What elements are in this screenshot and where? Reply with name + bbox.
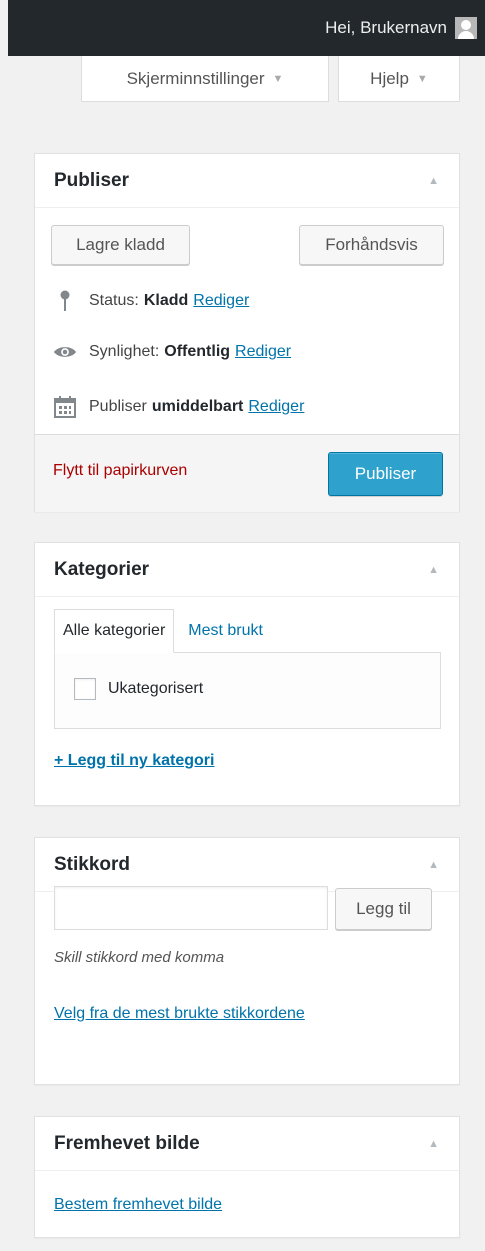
tags-box: Stikkord ▲ Legg til Skill stikkord med k… xyxy=(34,837,460,1085)
collapse-toggle-icon[interactable]: ▲ xyxy=(428,1138,439,1150)
list-item[interactable]: Ukategorisert xyxy=(74,678,203,700)
screen-options-label: Skjerminnstillinger xyxy=(126,68,265,88)
dropdown-arrow-icon: ▼ xyxy=(416,72,428,85)
dropdown-arrow-icon: ▼ xyxy=(272,72,284,85)
schedule-value: umiddelbart xyxy=(151,398,244,415)
move-to-trash-link[interactable]: Flytt til papirkurven xyxy=(53,462,187,480)
tab-all-categories[interactable]: Alle kategorier xyxy=(54,609,175,653)
choose-popular-tags-link[interactable]: Velg fra de mest brukte stikkordene xyxy=(54,1005,305,1023)
tags-box-title: Stikkord xyxy=(54,853,131,875)
edit-schedule-link[interactable]: Rediger xyxy=(248,398,304,416)
categories-box-header[interactable]: Kategorier ▲ xyxy=(35,543,459,597)
category-checklist: Ukategorisert xyxy=(54,652,441,729)
post-status-row: Status: Kladd Rediger xyxy=(53,290,249,312)
tags-box-header[interactable]: Stikkord ▲ xyxy=(35,838,459,892)
category-label: Ukategorisert xyxy=(108,680,204,697)
categories-box-title: Kategorier xyxy=(54,558,150,580)
category-tabs: Alle kategorier Mest brukt xyxy=(54,609,271,653)
set-featured-image-link[interactable]: Bestem fremhevet bilde xyxy=(54,1196,222,1214)
category-checkbox[interactable] xyxy=(74,678,96,700)
schedule-label: Publiser xyxy=(89,398,147,415)
publish-box-header[interactable]: Publiser ▲ xyxy=(35,154,459,208)
publish-box-title: Publiser xyxy=(54,169,129,191)
publish-box: Publiser ▲ Lagre kladd Forhåndsvis Statu… xyxy=(34,153,460,512)
visibility-value: Offentlig xyxy=(164,343,231,360)
add-new-category-link[interactable]: + Legg til ny kategori xyxy=(54,752,214,770)
eye-icon xyxy=(53,344,77,360)
publish-schedule-row: Publiser umiddelbart Rediger xyxy=(53,396,304,418)
account-greeting[interactable]: Hei, Brukernavn xyxy=(325,18,447,38)
collapse-toggle-icon[interactable]: ▲ xyxy=(428,564,439,576)
save-draft-button[interactable]: Lagre kladd xyxy=(51,225,190,265)
pin-icon xyxy=(53,290,77,312)
edit-visibility-link[interactable]: Rediger xyxy=(235,343,291,361)
featured-image-box-header[interactable]: Fremhevet bilde ▲ xyxy=(35,1117,459,1171)
major-publishing-actions: Flytt til papirkurven Publiser xyxy=(35,434,459,512)
screen-options-button[interactable]: Skjerminnstillinger ▼ xyxy=(81,56,329,102)
status-value: Kladd xyxy=(143,292,189,309)
featured-image-box-title: Fremhevet bilde xyxy=(54,1132,200,1154)
publish-button[interactable]: Publiser xyxy=(328,452,443,496)
visibility-label: Synlighet: xyxy=(89,343,160,360)
admin-bar: Hei, Brukernavn xyxy=(8,0,485,56)
user-avatar-icon[interactable] xyxy=(455,17,477,39)
categories-box: Kategorier ▲ Alle kategorier Mest brukt … xyxy=(34,542,460,806)
edit-status-link[interactable]: Rediger xyxy=(193,292,249,310)
collapse-toggle-icon[interactable]: ▲ xyxy=(428,175,439,187)
preview-button[interactable]: Forhåndsvis xyxy=(299,225,444,265)
help-button[interactable]: Hjelp ▼ xyxy=(338,56,460,102)
help-label: Hjelp xyxy=(370,68,409,88)
status-label: Status: xyxy=(89,292,139,309)
calendar-icon xyxy=(53,396,77,418)
new-tag-input[interactable] xyxy=(54,886,328,930)
collapse-toggle-icon[interactable]: ▲ xyxy=(428,859,439,871)
tab-most-used[interactable]: Mest brukt xyxy=(174,609,271,653)
tag-separator-hint: Skill stikkord med komma xyxy=(54,949,225,966)
add-tag-button[interactable]: Legg til xyxy=(335,888,432,930)
visibility-row: Synlighet: Offentlig Rediger xyxy=(53,343,291,361)
featured-image-box: Fremhevet bilde ▲ Bestem fremhevet bilde xyxy=(34,1116,460,1238)
